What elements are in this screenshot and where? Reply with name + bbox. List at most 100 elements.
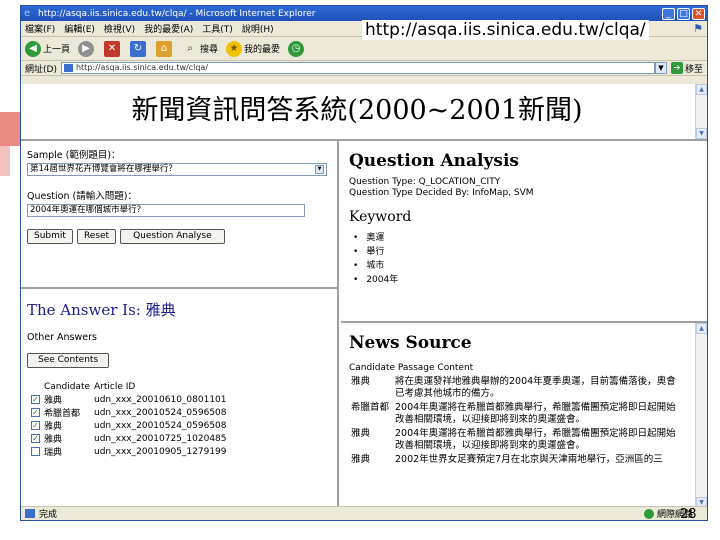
- title-frame-scrollbar[interactable]: ▲ ▼: [695, 84, 707, 139]
- candidate-cell: 希臘首都: [44, 409, 81, 419]
- answer-frame: The Answer Is: 雅典 Other Answers See Cont…: [21, 289, 339, 508]
- passage-table: 雅典 將在奧運發祥地雅典舉辦的2004年夏季奧運，目前籌備落後，奧會已考慮其他城…: [349, 375, 685, 467]
- close-button[interactable]: ✕: [692, 7, 705, 20]
- analysis-frame: Question Analysis Question Type: Q_LOCAT…: [341, 141, 707, 323]
- address-input[interactable]: http://asqa.iis.sinica.edu.tw/clqa/: [60, 62, 655, 74]
- page-done-icon: [25, 509, 35, 518]
- refresh-button[interactable]: ↻: [130, 40, 148, 57]
- refresh-icon: ↻: [130, 40, 147, 57]
- toolbar: ◀ 上一頁 ▶ ✕ ↻ ⌂ ⌕ 搜尋 ★ 我的最愛 ◷: [21, 37, 707, 61]
- scroll-down-arrow-icon[interactable]: ▼: [696, 128, 707, 139]
- globe-icon: [643, 508, 654, 519]
- sample-select[interactable]: 第14屆世界花卉博覽會將在哪裡舉行？ ▼: [27, 163, 327, 176]
- article-id-cell: udn_xxx_20010905_1279199: [94, 446, 227, 457]
- url-caption: http://asqa.iis.sinica.edu.tw/clqa/: [362, 20, 649, 40]
- sample-value: 第14屆世界花卉博覽會將在哪裡舉行？: [30, 164, 177, 174]
- passage-header: Candidate Passage Content: [349, 363, 474, 373]
- source-cell: 雅典: [351, 376, 371, 387]
- slide-number: 28: [680, 507, 697, 522]
- keyword-list: 奧運 舉行 城市 2004年: [353, 231, 699, 287]
- reset-button[interactable]: Reset: [76, 229, 117, 244]
- answer-prefix: The Answer Is:: [27, 301, 141, 319]
- menu-tools[interactable]: 工具(T): [202, 22, 233, 35]
- address-dropdown[interactable]: ▼: [654, 62, 667, 74]
- article-id-cell: udn_xxx_20010524_0596508: [94, 420, 227, 431]
- address-label: 網址(D): [25, 64, 57, 75]
- question-type-decided: Question Type Decided By: InfoMap, SVM: [349, 188, 534, 198]
- answer-line: The Answer Is: 雅典: [27, 299, 331, 320]
- chevron-down-icon: ▼: [315, 165, 324, 174]
- window-title: http://asqa.iis.sinica.edu.tw/clqa/ - Mi…: [38, 8, 316, 19]
- analysis-title: Question Analysis: [349, 151, 519, 171]
- see-contents-button[interactable]: See Contents: [27, 353, 110, 368]
- maximize-button[interactable]: □: [677, 7, 690, 20]
- home-button[interactable]: ⌂: [156, 40, 174, 57]
- page-content: 新聞資訊問答系統(2000~2001新聞) ▲ ▼ Sample (範例題目)：…: [21, 84, 707, 508]
- answer-value: 雅典: [145, 301, 176, 319]
- menu-file[interactable]: 檔案(F): [25, 22, 55, 35]
- slide-accent-bar: [0, 112, 22, 146]
- table-row: 雅典 2002年世界女足賽預定7月在北京與天津兩地舉行，亞洲區的三: [349, 453, 685, 467]
- source-cell: 雅典: [351, 454, 371, 465]
- search-icon: ⌕: [187, 42, 193, 54]
- forward-button[interactable]: ▶: [78, 40, 96, 57]
- title-frame: 新聞資訊問答系統(2000~2001新聞) ▲ ▼: [21, 84, 707, 141]
- passage-cell: 2004年奧運將在希臘首都雅典舉行，希臘籌備團預定將即日起開始改善相關環境，以迎…: [395, 402, 676, 425]
- row-checkbox[interactable]: ✓: [31, 420, 40, 430]
- row-checkbox[interactable]: ✓: [31, 394, 40, 404]
- question-input[interactable]: 2004年奧運在哪個城市舉行？: [27, 204, 305, 217]
- favorites-button[interactable]: ★ 我的最愛: [226, 40, 281, 57]
- candidate-cell: 雅典: [44, 396, 63, 406]
- passage-cell: 2004年奧運將在希臘首都雅典舉行，希臘籌備團預定將即日起開始改善相關環境，以迎…: [395, 428, 676, 451]
- candidate-table-header: Candidate Article ID: [31, 382, 231, 393]
- back-arrow-icon: ◀: [25, 40, 41, 57]
- back-button[interactable]: ◀ 上一頁: [25, 40, 71, 57]
- menu-favorites[interactable]: 我的最愛(A): [144, 22, 193, 35]
- history-button[interactable]: ◷: [288, 40, 306, 57]
- address-value: http://asqa.iis.sinica.edu.tw/clqa/: [75, 63, 209, 72]
- table-row: ✓ 雅典 udn_xxx_20010725_1020485: [31, 432, 231, 445]
- menu-view[interactable]: 檢視(V): [104, 22, 135, 35]
- news-frame: News Source Candidate Passage Content 雅典…: [341, 323, 707, 508]
- scroll-up-arrow-icon[interactable]: ▲: [696, 84, 707, 95]
- list-item: 2004年: [353, 273, 699, 287]
- source-cell: 雅典: [351, 428, 371, 439]
- menu-help[interactable]: 說明(H): [242, 22, 274, 35]
- address-bar: 網址(D) http://asqa.iis.sinica.edu.tw/clqa…: [21, 61, 707, 76]
- scroll-up-arrow-icon[interactable]: ▲: [696, 323, 707, 334]
- question-label: Question (請輸入問題)：: [27, 191, 137, 202]
- row-checkbox[interactable]: ✓: [31, 433, 40, 443]
- row-checkbox[interactable]: [31, 446, 40, 456]
- column-header-candidate: Candidate: [44, 382, 91, 392]
- news-title: News Source: [349, 333, 472, 353]
- slide-accent-bar-light: [0, 146, 10, 176]
- sample-label: Sample (範例題目)：: [27, 150, 121, 161]
- back-label: 上一頁: [43, 45, 71, 55]
- candidate-cell: 雅典: [44, 422, 63, 432]
- star-icon: ★: [226, 40, 243, 57]
- article-id-cell: udn_xxx_20010610_0801101: [94, 394, 227, 405]
- stop-button[interactable]: ✕: [104, 40, 122, 57]
- row-checkbox[interactable]: ✓: [31, 407, 40, 417]
- page-icon: [63, 64, 73, 72]
- page-title: 新聞資訊問答系統(2000~2001新聞): [131, 95, 583, 126]
- news-frame-scrollbar[interactable]: ▲ ▼: [695, 323, 707, 508]
- home-icon: ⌂: [156, 40, 173, 57]
- question-type: Question Type: Q_LOCATION_CITY: [349, 177, 501, 187]
- submit-button[interactable]: Submit: [27, 229, 73, 244]
- question-analyse-button[interactable]: Question Analyse: [120, 229, 225, 244]
- minimize-button[interactable]: _: [662, 7, 675, 20]
- query-frame: Sample (範例題目)： 第14屆世界花卉博覽會將在哪裡舉行？ ▼ Ques…: [21, 141, 339, 289]
- favorites-label: 我的最愛: [244, 45, 281, 55]
- source-cell: 希臘首都: [351, 402, 390, 413]
- search-button[interactable]: ⌕ 搜尋: [182, 41, 218, 57]
- other-answers-title: Other Answers: [27, 332, 97, 343]
- history-icon: ◷: [288, 40, 305, 57]
- go-button[interactable]: ➔ 移至: [670, 62, 703, 75]
- table-row: 希臘首都 2004年奧運將在希臘首都雅典舉行，希臘籌備團預定將即日起開始改善相關…: [349, 401, 685, 427]
- status-text: 完成: [39, 510, 58, 520]
- article-id-cell: udn_xxx_20010524_0596508: [94, 407, 227, 418]
- forward-arrow-icon: ▶: [78, 40, 95, 57]
- menu-edit[interactable]: 編輯(E): [64, 22, 95, 35]
- list-item: 舉行: [353, 245, 699, 259]
